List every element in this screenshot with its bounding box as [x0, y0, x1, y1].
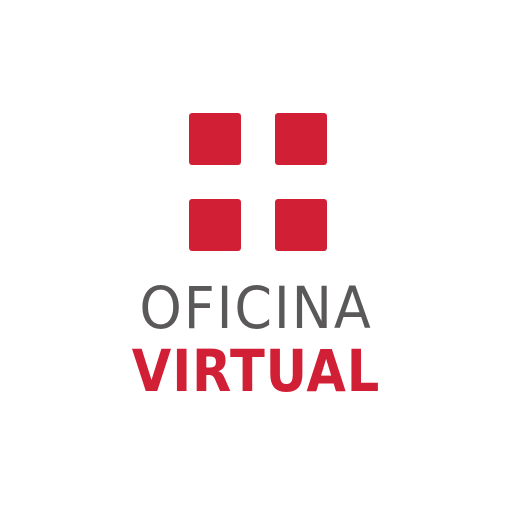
- wordmark-oficina: OFICINA: [139, 274, 373, 342]
- wordmark-virtual: VIRTUAL: [131, 337, 381, 405]
- logo-square-top-right: [275, 113, 327, 165]
- logo-canvas: OFICINA VIRTUAL: [0, 0, 512, 512]
- logo-square-bottom-right: [275, 199, 327, 251]
- four-squares-logo-mark: [189, 113, 327, 251]
- logo-square-bottom-left: [189, 199, 241, 251]
- logo-square-top-left: [189, 113, 241, 165]
